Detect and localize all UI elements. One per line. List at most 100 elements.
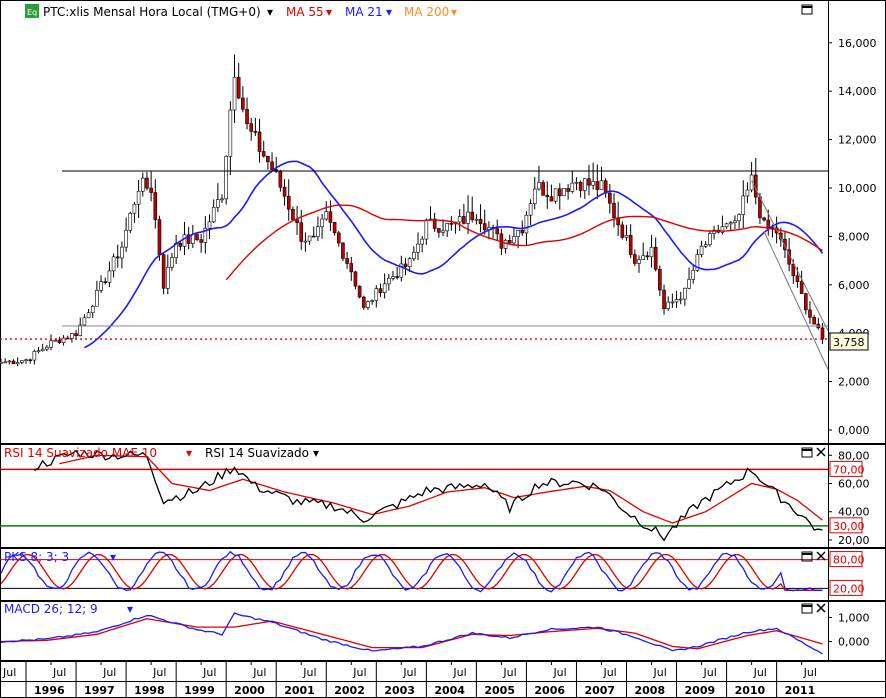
candle: [78, 324, 83, 336]
year-label: 2003: [384, 684, 415, 697]
candle: [449, 223, 454, 225]
year-label: 1998: [134, 684, 165, 697]
ma200-legend[interactable]: MA 200: [404, 5, 449, 19]
candle: [336, 232, 341, 244]
year-label: 2000: [234, 684, 265, 697]
candle: [374, 288, 379, 301]
month-label: Jul: [402, 666, 416, 679]
candle: [303, 240, 308, 243]
candle: [195, 234, 199, 240]
pks-dropdown-icon[interactable]: ▾: [110, 550, 116, 564]
ma21-legend[interactable]: MA 21: [345, 5, 383, 19]
candle: [140, 177, 145, 192]
candle: [762, 217, 766, 221]
candle: [207, 221, 212, 229]
candle: [795, 275, 800, 282]
candle: [507, 240, 512, 244]
candle: [70, 333, 74, 339]
candle: [211, 206, 216, 223]
candle: [724, 223, 729, 228]
year-label: 2006: [534, 684, 565, 697]
candle: [345, 258, 349, 264]
rsi-close-icon[interactable]: [816, 447, 826, 457]
candle: [737, 214, 741, 222]
price-tick-label: 14,000: [838, 85, 877, 98]
candle: [645, 255, 650, 258]
candle: [161, 254, 166, 289]
candle: [553, 188, 558, 202]
candle: [708, 233, 712, 245]
candle: [633, 254, 637, 264]
candle: [270, 161, 274, 171]
candle: [532, 188, 537, 204]
candle: [249, 123, 253, 132]
candle: [637, 259, 641, 264]
rsi-mae-legend[interactable]: RSI 14 Suavizado MAE 10: [4, 446, 157, 460]
title-dropdown-icon[interactable]: ▾: [267, 5, 273, 19]
candle: [45, 346, 49, 350]
candle: [95, 290, 99, 307]
candle: [220, 198, 224, 201]
price-tick-label: 8,000: [838, 230, 870, 243]
candle: [437, 228, 441, 233]
macd-close-icon[interactable]: [816, 603, 826, 613]
panel-frame: [0, 548, 886, 601]
pks-level-label: 20,00: [833, 582, 865, 595]
candle: [245, 109, 249, 124]
pks-level-label: 80,00: [833, 554, 865, 567]
candle: [7, 360, 12, 363]
eq-badge-text: Eq: [27, 8, 37, 17]
year-label: 2008: [635, 684, 666, 697]
candle: [86, 312, 91, 319]
pks-close-icon[interactable]: [816, 551, 826, 561]
candle: [578, 181, 583, 191]
ma55-legend[interactable]: MA 55: [286, 5, 324, 19]
candle: [282, 186, 287, 197]
candle: [111, 256, 116, 272]
candle: [324, 211, 329, 220]
rsi-legend[interactable]: RSI 14 Suavizado: [205, 446, 309, 460]
candle: [224, 155, 228, 200]
candle: [678, 298, 683, 301]
candle: [170, 257, 174, 268]
chart-canvas: 0,0002,0004,0006,0008,00010,00012,00014,…: [0, 0, 886, 698]
chart-title[interactable]: PTC:xlis Mensal Hora Local (TMG+0): [43, 5, 261, 19]
ma200-dropdown-icon[interactable]: ▾: [451, 5, 457, 19]
candle: [478, 218, 483, 224]
ma55-dropdown-icon[interactable]: ▾: [326, 5, 332, 19]
candle: [3, 361, 7, 364]
macd-tick-label: 1,000: [838, 611, 870, 624]
pks-legend[interactable]: PKS 8; 3; 3: [4, 550, 69, 564]
macd-legend[interactable]: MACD 26; 12; 9: [4, 602, 98, 616]
candle: [178, 242, 183, 247]
candle: [236, 77, 241, 99]
candle: [311, 235, 316, 238]
ma21-dropdown-icon[interactable]: ▾: [386, 5, 392, 19]
candle: [462, 216, 466, 224]
candle: [495, 228, 500, 235]
rsi-dropdown-icon[interactable]: ▾: [313, 446, 319, 460]
candle: [182, 234, 187, 247]
rsi-mae-line: [59, 454, 823, 524]
macd-dropdown-icon[interactable]: ▾: [127, 602, 133, 616]
candle: [820, 327, 825, 340]
candle: [620, 224, 625, 238]
candle: [537, 182, 541, 190]
candle: [349, 263, 354, 273]
candle: [412, 251, 416, 259]
candle: [603, 180, 608, 194]
candle: [608, 192, 612, 204]
candle: [253, 131, 258, 133]
candle: [791, 263, 796, 277]
candle: [766, 219, 771, 228]
candle: [299, 222, 304, 242]
candle: [11, 360, 16, 365]
candlestick-series[interactable]: [0, 54, 825, 367]
candle: [466, 211, 470, 224]
year-label: 2002: [334, 684, 365, 697]
year-label: 2004: [434, 684, 465, 697]
candle: [216, 199, 220, 208]
rsi-mae-dropdown-icon[interactable]: ▾: [186, 446, 192, 460]
candle: [307, 235, 312, 242]
candle: [599, 180, 604, 190]
